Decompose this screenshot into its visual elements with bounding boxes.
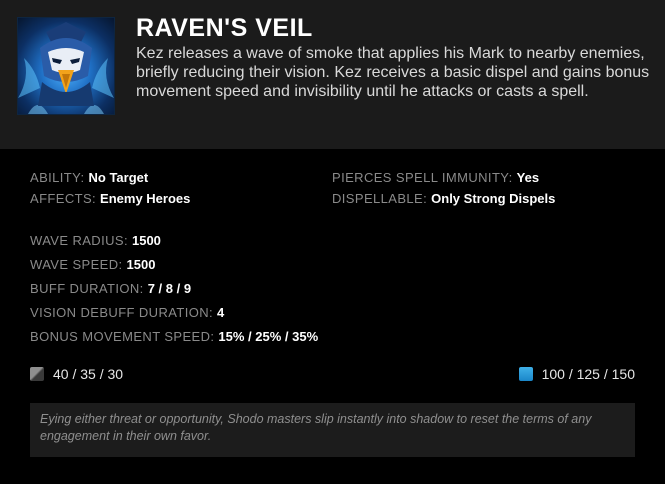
property-label: PIERCES SPELL IMMUNITY: xyxy=(332,170,513,185)
stat-label: VISION DEBUFF DURATION: xyxy=(30,305,214,320)
ability-description: Kez releases a wave of smoke that applie… xyxy=(136,45,650,100)
mana-cost-value: 100 / 125 / 150 xyxy=(541,366,635,382)
property-label: ABILITY: xyxy=(30,170,85,185)
stat-buff-duration: BUFF DURATION: 7 / 8 / 9 xyxy=(30,281,191,296)
stat-wave-radius: WAVE RADIUS: 1500 xyxy=(30,233,161,248)
property-value: Only Strong Dispels xyxy=(431,191,556,206)
property-affects: AFFECTS: Enemy Heroes xyxy=(30,191,190,206)
property-dispellable: DISPELLABLE: Only Strong Dispels xyxy=(332,191,555,206)
stat-wave-speed: WAVE SPEED: 1500 xyxy=(30,257,155,272)
ability-costs: 40 / 35 / 30 100 / 125 / 150 xyxy=(30,366,635,384)
property-value: No Target xyxy=(88,170,149,185)
raven-mask-icon xyxy=(17,17,115,115)
stat-bonus-movement-speed: BONUS MOVEMENT SPEED: 15% / 25% / 35% xyxy=(30,329,318,344)
mana-icon xyxy=(518,367,533,381)
property-pierces-spell-immunity: PIERCES SPELL IMMUNITY: Yes xyxy=(332,170,539,185)
mana-cost: 100 / 125 / 150 xyxy=(518,366,635,382)
lore-text: Eying either threat or opportunity, Shod… xyxy=(30,403,635,457)
stat-label: WAVE SPEED: xyxy=(30,257,123,272)
cooldown: 40 / 35 / 30 xyxy=(30,366,123,382)
stat-value: 7 / 8 / 9 xyxy=(147,281,192,296)
stat-value: 1500 xyxy=(131,233,161,248)
stat-label: WAVE RADIUS: xyxy=(30,233,128,248)
property-value: Yes xyxy=(516,170,540,185)
cooldown-value: 40 / 35 / 30 xyxy=(53,366,124,382)
ability-name: RAVEN'S VEIL xyxy=(136,14,313,42)
stat-vision-debuff-duration: VISION DEBUFF DURATION: 4 xyxy=(30,305,224,320)
property-ability: ABILITY: No Target xyxy=(30,170,148,185)
cooldown-icon xyxy=(30,367,44,381)
property-value: Enemy Heroes xyxy=(100,191,191,206)
property-label: DISPELLABLE: xyxy=(332,191,428,206)
stat-label: BONUS MOVEMENT SPEED: xyxy=(30,329,215,344)
tooltip-header: RAVEN'S VEIL Kez releases a wave of smok… xyxy=(0,0,665,149)
stat-label: BUFF DURATION: xyxy=(30,281,144,296)
property-label: AFFECTS: xyxy=(30,191,97,206)
stat-value: 1500 xyxy=(126,257,156,272)
stat-value: 4 xyxy=(217,305,225,320)
stat-value: 15% / 25% / 35% xyxy=(218,329,319,344)
